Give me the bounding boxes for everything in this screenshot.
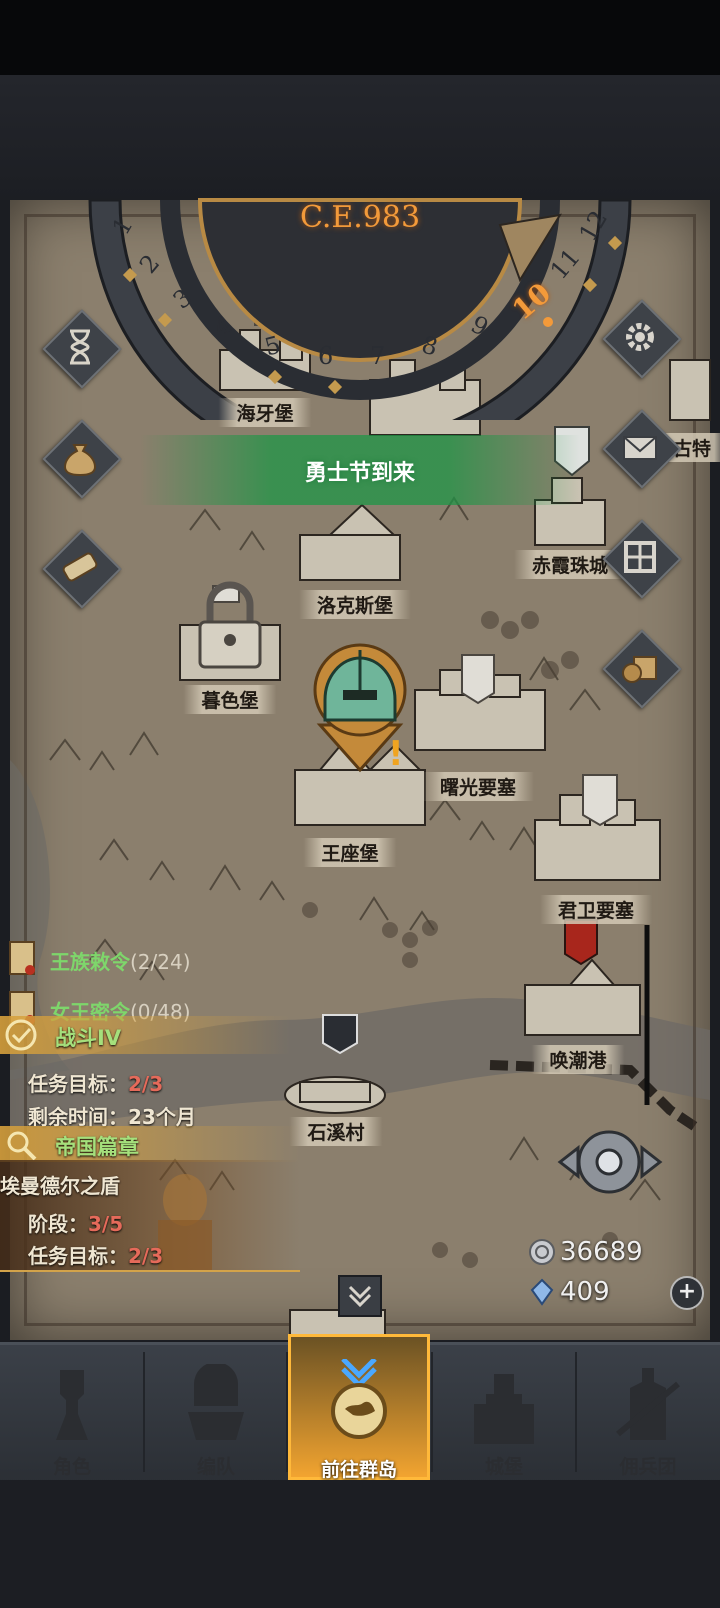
supplies-button[interactable] (602, 629, 682, 709)
chapter-subtitle: 埃曼德尔之盾 (0, 1174, 120, 1198)
collapse-button[interactable] (338, 1275, 382, 1317)
grid-icon (624, 541, 656, 573)
nav-label: 城堡 (484, 1456, 523, 1478)
city-label-wangzuo[interactable]: 王座堡 (303, 838, 397, 867)
year-display: C.E.983 (299, 200, 421, 235)
svg-text:!: ! (388, 734, 404, 774)
quest-royal-decree[interactable]: 王族敕令(2/24) (50, 946, 191, 975)
knight-icon (56, 1370, 88, 1440)
nav-item-mercenary[interactable]: 佣兵团 (577, 1342, 719, 1478)
map-grid-button[interactable] (602, 519, 682, 599)
silver-amount: 36689 (560, 1237, 643, 1267)
scroll-button[interactable] (42, 529, 122, 609)
money-bag-button[interactable] (42, 419, 122, 499)
collapse-icon (348, 1285, 372, 1308)
bottom-system-area (0, 1480, 720, 1608)
city-label-muse[interactable]: 暮色堡 (183, 685, 277, 714)
nav-label: 编队 (196, 1456, 235, 1478)
chapter-goal-label: 任务目标： (28, 1244, 128, 1268)
wheel-number: 7 (370, 342, 386, 370)
crystal-icon (530, 1278, 554, 1306)
nav-item-islands[interactable]: 前往群岛 (288, 1334, 430, 1481)
silver-coin-icon (529, 1239, 555, 1265)
battle-goal-value: 2/3 (128, 1072, 164, 1096)
mercenary-icon (616, 1368, 680, 1440)
royal-decree-icon (9, 941, 35, 975)
battle-title: 战斗IV (55, 1026, 122, 1050)
squad-icon (188, 1364, 244, 1440)
chapter-stage: 阶段：3/5 (28, 1208, 123, 1237)
hourglass-icon (70, 329, 90, 365)
wheel-number: 6 (318, 342, 334, 370)
city-label-huanchao[interactable]: 唤潮港 (531, 1045, 625, 1074)
crystal-amount: 409 (560, 1277, 610, 1307)
chapter-goal-value: 2/3 (128, 1244, 164, 1268)
battle-header[interactable] (0, 1016, 290, 1054)
add-currency-button[interactable]: + (670, 1276, 704, 1310)
city-label-junwei[interactable]: 君卫要塞 (539, 895, 653, 924)
magnifier-icon (7, 1131, 37, 1161)
city-label-shuguang[interactable]: 曙光要塞 (421, 772, 535, 801)
city-label-luokesi[interactable]: 洛克斯堡 (298, 590, 412, 619)
chapter-stage-label: 阶段： (28, 1212, 88, 1236)
nav-item-castle[interactable]: 城堡 (433, 1342, 575, 1478)
sword-check-icon (5, 1019, 37, 1051)
chapter-header[interactable] (0, 1126, 300, 1162)
castle-icon (474, 1374, 534, 1444)
envelope-icon (623, 436, 657, 460)
chapter-stage-value: 3/5 (88, 1212, 124, 1236)
city-label-haiya[interactable]: 海牙堡 (218, 398, 312, 427)
nav-label: 角色 (52, 1456, 91, 1478)
city-label-shixi[interactable]: 石溪村 (289, 1117, 383, 1146)
chapter-goal: 任务目标：2/3 (28, 1240, 163, 1269)
crate-icon (622, 656, 657, 683)
gear-icon (626, 323, 654, 351)
islands-icon (331, 1359, 387, 1439)
battle-goal: 任务目标：2/3 (28, 1068, 163, 1097)
quest-name: 王族敕令 (50, 950, 130, 974)
nav-item-squad[interactable]: 编队 (145, 1342, 287, 1478)
nav-item-role[interactable]: 角色 (1, 1342, 143, 1478)
nav-label: 前往群岛 (320, 1459, 397, 1481)
battle-goal-label: 任务目标： (28, 1072, 128, 1096)
chapter-title: 帝国篇章 (55, 1135, 139, 1159)
hourglass-button[interactable] (42, 309, 122, 389)
settings-button[interactable] (602, 299, 682, 379)
nav-label: 佣兵团 (619, 1456, 677, 1478)
mail-button[interactable] (602, 409, 682, 489)
quest-count: (2/24) (130, 950, 191, 974)
money-bag-icon (63, 444, 97, 477)
scroll-icon (62, 552, 98, 582)
